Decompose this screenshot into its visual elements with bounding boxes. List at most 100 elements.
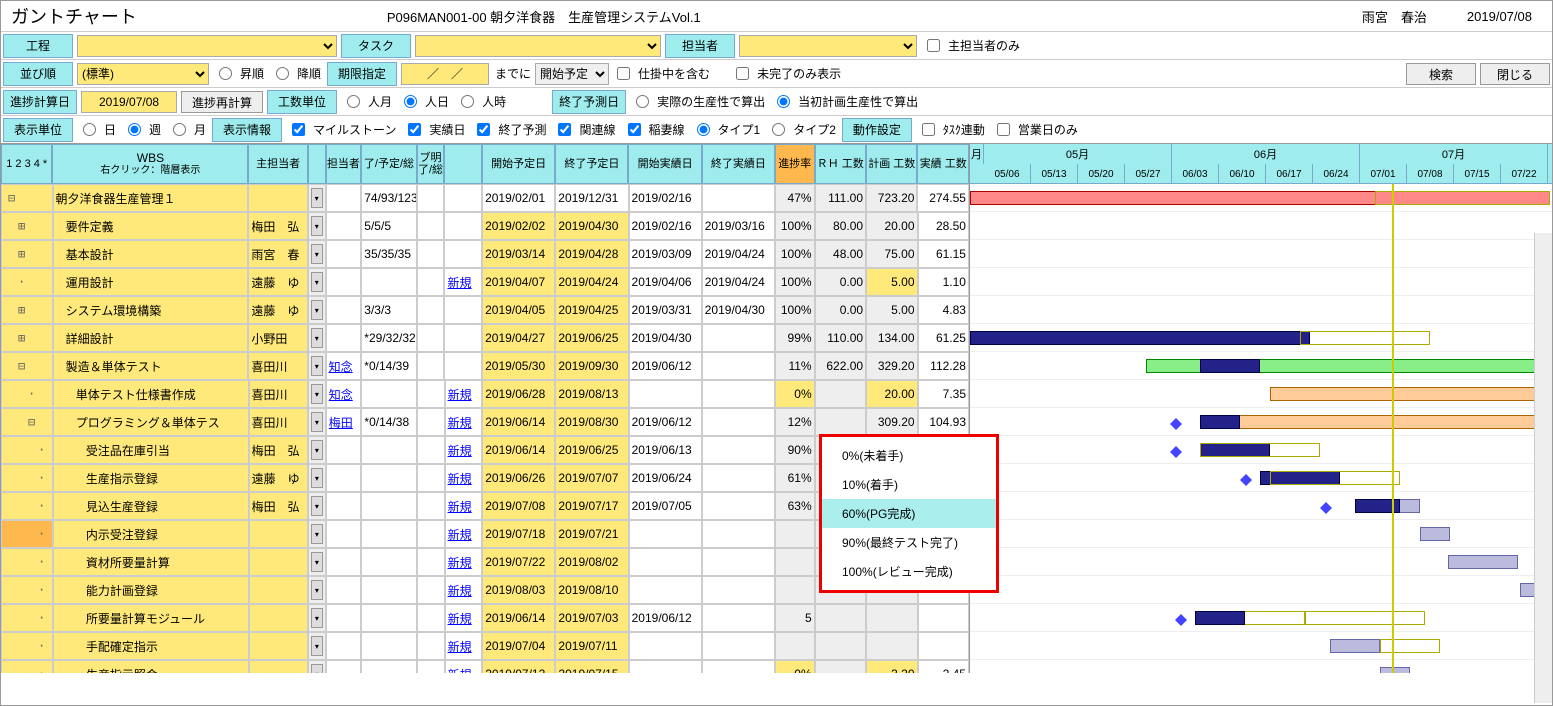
gantt-row[interactable] <box>970 492 1552 520</box>
milestone-diamond-icon[interactable] <box>1175 608 1187 620</box>
start-act-cell[interactable] <box>629 632 702 660</box>
progress-cell[interactable]: 100% <box>775 212 815 240</box>
gantt-bar[interactable] <box>1200 415 1550 429</box>
table-row[interactable]: ⊞ 詳細設計小野田▾*29/32/322019/04/272019/06/252… <box>1 324 969 352</box>
assignee-cell[interactable]: 梅田 <box>326 408 362 436</box>
table-row[interactable]: · 運用設計遠藤 ゆ▾新規2019/04/072019/04/242019/04… <box>1 268 969 296</box>
end-plan-cell[interactable]: 2019/04/30 <box>555 212 628 240</box>
gantt-bar[interactable] <box>1300 331 1430 345</box>
tree-expand-icon[interactable]: · <box>18 275 25 289</box>
gantt-row[interactable] <box>970 212 1552 240</box>
start-plan-cell[interactable]: 2019/07/04 <box>482 632 555 660</box>
wbs-cell[interactable]: 運用設計 <box>53 268 249 296</box>
table-row[interactable]: ⊟ プログラミング＆単体テス喜田川▾梅田*0/14/38新規2019/06/14… <box>1 408 969 436</box>
close-button[interactable]: 閉じる <box>1480 63 1550 85</box>
start-plan-cell[interactable]: 2019/04/27 <box>482 324 555 352</box>
start-act-cell[interactable]: 2019/02/16 <box>629 212 702 240</box>
new-link[interactable]: 新規 <box>444 268 482 296</box>
progress-cell[interactable]: 12% <box>775 408 815 436</box>
start-act-cell[interactable]: 2019/03/09 <box>629 240 702 268</box>
tree-expand-icon[interactable]: · <box>38 583 45 597</box>
context-menu-item[interactable]: 100%(レビュー完成) <box>822 557 996 586</box>
start-act-cell[interactable]: 2019/02/16 <box>629 184 702 212</box>
end-act-cell[interactable] <box>702 408 775 436</box>
tree-expand-icon[interactable]: · <box>38 471 45 485</box>
wbs-cell[interactable]: システム環境構築 <box>53 296 249 324</box>
end-act-cell[interactable] <box>702 380 775 408</box>
end-plan-cell[interactable]: 2019/07/03 <box>555 604 628 632</box>
col-index[interactable]: 1 2 3 4 * <box>1 144 52 184</box>
milestone-diamond-icon[interactable] <box>1170 412 1182 424</box>
gantt-row[interactable] <box>970 604 1552 632</box>
end-act-cell[interactable] <box>702 520 775 548</box>
milestone-diamond-icon[interactable] <box>1240 468 1252 480</box>
progress-cell[interactable]: 99% <box>775 324 815 352</box>
end-plan-cell[interactable]: 2019/06/25 <box>555 436 628 464</box>
start-plan-cell[interactable]: 2019/07/12 <box>482 660 555 673</box>
gantt-row[interactable] <box>970 240 1552 268</box>
assignee-cell[interactable]: 知念 <box>326 352 362 380</box>
gantt-bar[interactable] <box>1200 443 1320 457</box>
owner-dropdown-icon[interactable]: ▾ <box>311 552 323 572</box>
gantt-row[interactable] <box>970 408 1552 436</box>
col-act-mh[interactable]: 実績 工数 <box>917 144 968 184</box>
progress-cell[interactable]: 100% <box>775 268 815 296</box>
wbs-cell[interactable]: 手配確定指示 <box>53 632 249 660</box>
gantt-row[interactable] <box>970 436 1552 464</box>
end-plan-cell[interactable]: 2019/08/02 <box>555 548 628 576</box>
context-menu-item[interactable]: 90%(最終テスト完了) <box>822 528 996 557</box>
start-act-cell[interactable]: 2019/06/12 <box>629 408 702 436</box>
gantt-bar[interactable] <box>1375 191 1550 205</box>
start-act-cell[interactable] <box>629 660 702 673</box>
actual-prod-radio[interactable] <box>636 95 649 108</box>
progress-cell[interactable] <box>775 548 815 576</box>
start-act-cell[interactable] <box>629 380 702 408</box>
col-branch[interactable]: ブ明 了/総 <box>417 144 445 184</box>
tree-expand-icon[interactable]: · <box>38 499 45 513</box>
progress-cell[interactable]: 47% <box>775 184 815 212</box>
owner-dropdown-icon[interactable]: ▾ <box>311 580 323 600</box>
owner-dropdown-icon[interactable]: ▾ <box>311 300 323 320</box>
start-act-cell[interactable]: 2019/06/13 <box>629 436 702 464</box>
table-row[interactable]: · 手配確定指示▾新規2019/07/042019/07/11 <box>1 632 969 660</box>
owner-dropdown-icon[interactable]: ▾ <box>311 244 323 264</box>
period-type-select[interactable]: 開始予定 <box>535 63 609 85</box>
assignee-cell[interactable]: 知念 <box>326 380 362 408</box>
gantt-bar[interactable] <box>1195 611 1245 625</box>
tree-expand-icon[interactable]: · <box>38 555 45 569</box>
new-link[interactable]: 新規 <box>445 408 483 436</box>
gantt-bar[interactable] <box>1380 667 1410 673</box>
owner-dropdown-icon[interactable]: ▾ <box>311 412 323 432</box>
context-menu-item[interactable]: 10%(着手) <box>822 470 996 499</box>
assignee-select[interactable] <box>739 35 917 57</box>
table-row[interactable]: · 所要量計算モジュール▾新規2019/06/142019/07/032019/… <box>1 604 969 632</box>
wbs-cell[interactable]: 所要量計算モジュール <box>53 604 249 632</box>
gantt-row[interactable] <box>970 184 1552 212</box>
owner-dropdown-icon[interactable]: ▾ <box>311 636 323 656</box>
progress-date-input[interactable] <box>81 91 177 113</box>
tree-expand-icon[interactable]: · <box>38 611 45 625</box>
end-act-cell[interactable] <box>702 464 775 492</box>
gantt-bar[interactable] <box>1200 359 1260 373</box>
owner-dropdown-icon[interactable]: ▾ <box>311 664 323 673</box>
gantt-row[interactable] <box>970 632 1552 660</box>
tree-expand-icon[interactable]: · <box>38 667 45 673</box>
progress-cell[interactable]: 11% <box>775 352 815 380</box>
owner-dropdown-icon[interactable]: ▾ <box>311 524 323 544</box>
process-select[interactable] <box>77 35 337 57</box>
type2-radio[interactable] <box>772 123 785 136</box>
owner-dropdown-icon[interactable]: ▾ <box>311 496 323 516</box>
start-plan-cell[interactable]: 2019/03/14 <box>482 240 555 268</box>
end-act-cell[interactable]: 2019/04/24 <box>702 268 775 296</box>
tree-expand-icon[interactable]: ⊞ <box>18 247 25 261</box>
start-act-cell[interactable]: 2019/04/06 <box>629 268 702 296</box>
table-row[interactable]: ⊟ 製造＆単体テスト喜田川▾知念*0/14/392019/05/302019/0… <box>1 352 969 380</box>
gantt-row[interactable] <box>970 520 1552 548</box>
owner-dropdown-icon[interactable]: ▾ <box>311 468 323 488</box>
start-plan-cell[interactable]: 2019/07/18 <box>482 520 555 548</box>
task-link-checkbox[interactable] <box>922 123 935 136</box>
start-plan-cell[interactable]: 2019/07/08 <box>482 492 555 520</box>
wip-checkbox[interactable] <box>617 67 630 80</box>
gantt-row[interactable] <box>970 268 1552 296</box>
start-plan-cell[interactable]: 2019/02/01 <box>482 184 555 212</box>
